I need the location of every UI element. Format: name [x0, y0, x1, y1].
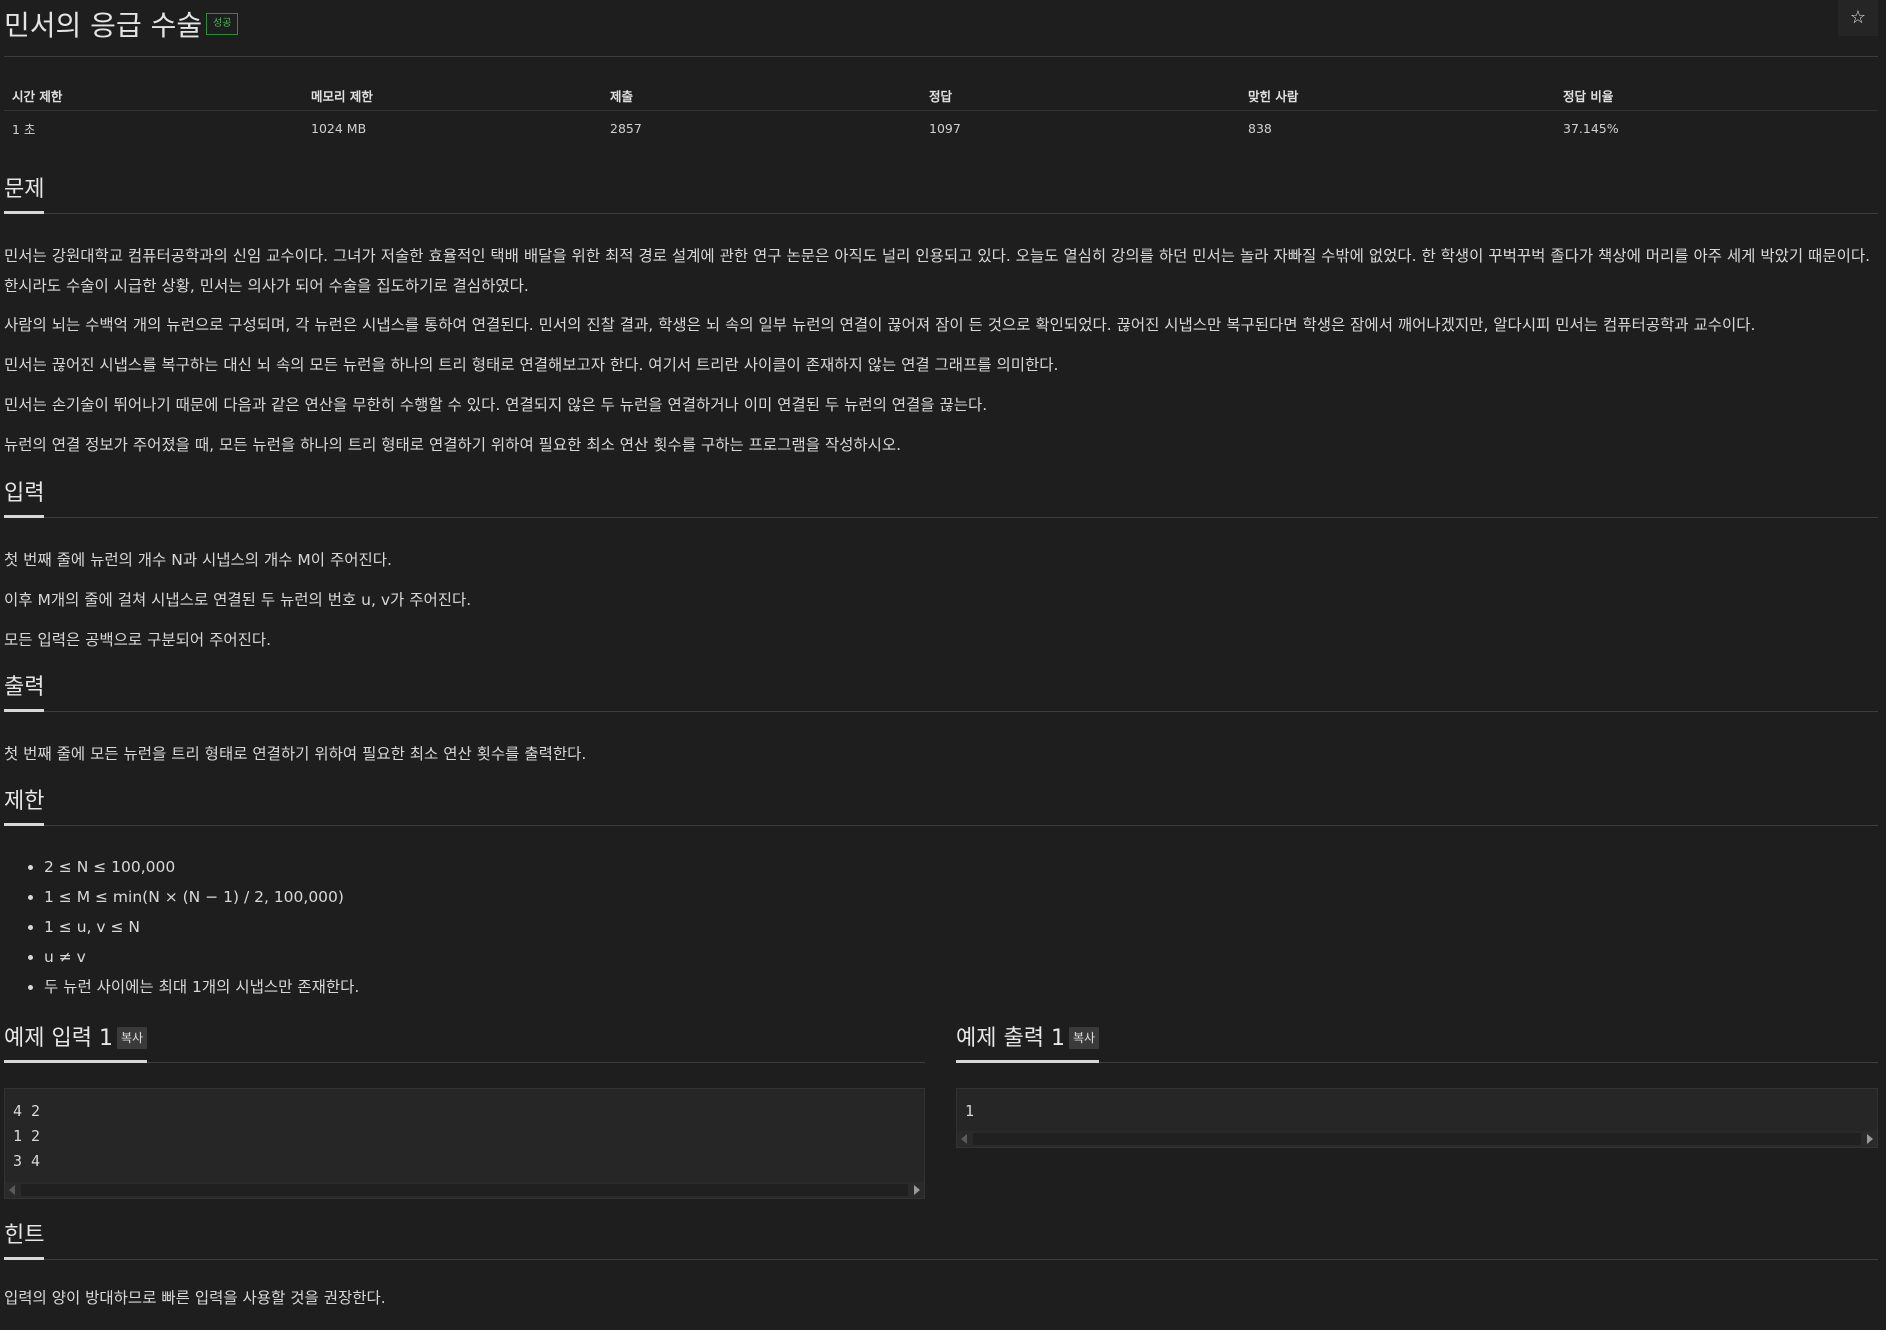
problem-paragraph: 민서는 손기술이 뛰어나기 때문에 다음과 같은 연산을 무한히 수행할 수 있… [4, 396, 988, 414]
solved-users-value: 838 [1248, 120, 1272, 136]
output-section-header: 출력 [4, 673, 1878, 712]
limits-heading: 제한 [4, 787, 45, 826]
input-paragraph: 모든 입력은 공백으로 구분되어 주어진다. [4, 631, 272, 649]
list-item: 1 ≤ u, v ≤ N [44, 912, 359, 942]
input-paragraph: 첫 번째 줄에 뉴런의 개수 N과 시냅스의 개수 M이 주어진다. [4, 551, 392, 569]
input-section-header: 입력 [4, 479, 1878, 518]
star-icon: ☆ [1849, 7, 1867, 28]
header-solved-users: 맞힌 사람 [1240, 80, 1555, 111]
output-paragraph: 첫 번째 줄에 모든 뉴런을 트리 형태로 연결하기 위하여 필요한 최소 연산… [4, 745, 587, 763]
accepted-value: 1097 [929, 120, 961, 136]
sample-output-content: 1 [965, 1102, 975, 1120]
header-accepted: 정답 [921, 80, 1240, 111]
sample-output-box[interactable]: 1 [956, 1088, 1878, 1148]
page-title: 민서의 응급 수술 [4, 9, 203, 42]
scroll-track[interactable] [21, 1184, 908, 1196]
sample-output-heading: 예제 출력 1 복사 [956, 1024, 1100, 1063]
status-badge: 성공 [206, 13, 239, 35]
copy-sample-output-button[interactable]: 복사 [1068, 1027, 1100, 1049]
input-paragraph: 이후 M개의 줄에 걸쳐 시냅스로 연결된 두 뉴런의 번호 u, v가 주어진… [4, 591, 472, 609]
list-item: u ≠ v [44, 942, 359, 972]
memory-limit-value: 1024 MB [311, 120, 367, 136]
submissions-value: 2857 [610, 120, 642, 136]
limits-section-header: 제한 [4, 787, 1878, 826]
horizontal-scrollbar[interactable] [5, 1182, 924, 1198]
table-header-row: 시간 제한 메모리 제한 제출 정답 맞힌 사람 정답 비율 [4, 80, 1878, 111]
problem-paragraph: 민서는 강원대학교 컴퓨터공학과의 신임 교수이다. 그녀가 저술한 효율적인 … [4, 247, 1871, 295]
time-limit-value: 1 초 [12, 121, 36, 137]
header-time-limit: 시간 제한 [4, 80, 303, 111]
table-row: 1 초 1024 MB 2857 1097 838 37.145% [4, 111, 1878, 146]
list-item: 1 ≤ M ≤ min(N × (N − 1) / 2, 100,000) [44, 882, 359, 912]
horizontal-scrollbar[interactable] [957, 1131, 1877, 1147]
scroll-left-icon[interactable] [9, 1185, 15, 1195]
output-heading: 출력 [4, 673, 45, 712]
list-item: 두 뉴런 사이에는 최대 1개의 시냅스만 존재한다. [44, 972, 359, 1002]
header-memory-limit: 메모리 제한 [303, 80, 602, 111]
list-item: 2 ≤ N ≤ 100,000 [44, 852, 359, 882]
star-button[interactable]: ☆ [1838, 0, 1878, 36]
hint-paragraph: 입력의 양이 방대하므로 빠른 입력을 사용할 것을 권장한다. [4, 1289, 386, 1307]
hint-section-header: 힌트 [4, 1221, 1878, 1260]
scroll-track[interactable] [973, 1133, 1861, 1145]
problem-info-table: 시간 제한 메모리 제한 제출 정답 맞힌 사람 정답 비율 1 초 1024 … [4, 80, 1878, 145]
copy-sample-input-button[interactable]: 복사 [116, 1027, 148, 1049]
hint-heading: 힌트 [4, 1221, 45, 1260]
scroll-left-icon[interactable] [961, 1134, 967, 1144]
header-accept-ratio: 정답 비율 [1555, 80, 1878, 111]
sample-input-content: 4 2 1 2 3 4 [13, 1102, 41, 1170]
input-heading: 입력 [4, 479, 45, 518]
problem-paragraph: 뉴런의 연결 정보가 주어졌을 때, 모든 뉴런을 하나의 트리 형태로 연결하… [4, 436, 902, 454]
limits-list: 2 ≤ N ≤ 100,000 1 ≤ M ≤ min(N × (N − 1) … [4, 852, 359, 1002]
problem-heading: 문제 [4, 175, 45, 214]
problem-paragraph: 민서는 끊어진 시냅스를 복구하는 대신 뇌 속의 모든 뉴런을 하나의 트리 … [4, 356, 1059, 374]
title-row: 민서의 응급 수술 성공 ☆ [4, 0, 1878, 57]
sample-input-header: 예제 입력 1 복사 [4, 1024, 925, 1063]
problem-paragraph: 사람의 뇌는 수백억 개의 뉴런으로 구성되며, 각 뉴런은 시냅스를 통하여 … [4, 316, 1756, 334]
sample-output-title: 예제 출력 1 [956, 1026, 1065, 1051]
accept-ratio-value: 37.145% [1563, 120, 1619, 136]
sample-input-title: 예제 입력 1 [4, 1026, 113, 1051]
header-submissions: 제출 [602, 80, 921, 111]
scroll-right-icon[interactable] [914, 1185, 920, 1195]
sample-input-heading: 예제 입력 1 복사 [4, 1024, 148, 1063]
scroll-right-icon[interactable] [1867, 1134, 1873, 1144]
sample-output-header: 예제 출력 1 복사 [956, 1024, 1878, 1063]
problem-section-header: 문제 [4, 175, 1878, 214]
sample-input-box[interactable]: 4 2 1 2 3 4 [4, 1088, 925, 1199]
